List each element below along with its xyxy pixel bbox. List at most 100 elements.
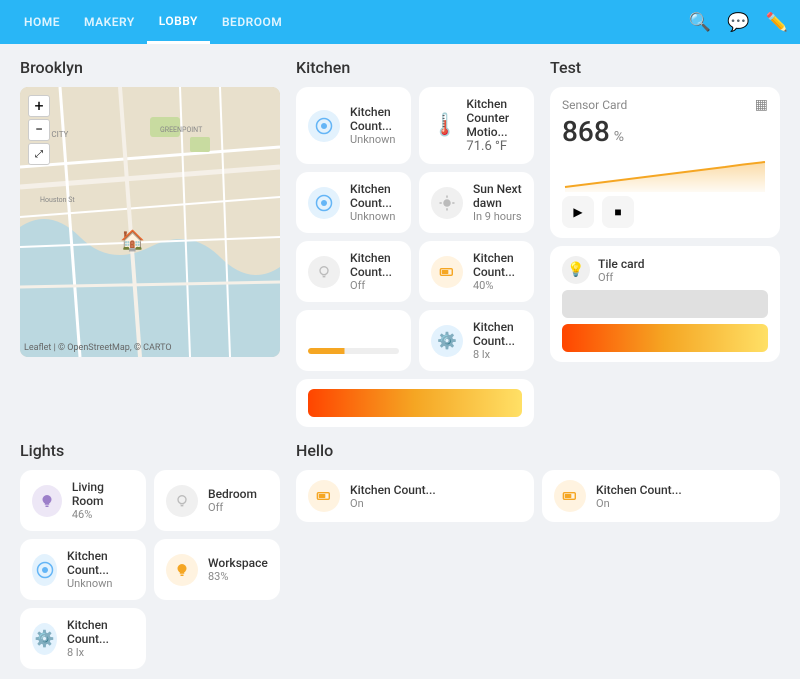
sensor-card-unit: % xyxy=(614,129,624,145)
lux-card-name: Kitchen Count... xyxy=(473,320,522,348)
sensor-grid-icon: ▦ xyxy=(755,97,768,113)
sensor-card: Sensor Card ▦ 868 % xyxy=(550,87,780,238)
tile-card: 💡 Tile card Off xyxy=(550,246,780,362)
kitchen-card-1[interactable]: Kitchen Count...Unknown xyxy=(296,172,411,233)
kitchen-off-status: Off xyxy=(350,279,399,292)
sensor-controls: ▶ ■ xyxy=(562,196,768,228)
hello-card-1-status: On xyxy=(596,497,682,510)
hello-card-1[interactable]: Kitchen Count...On xyxy=(542,470,780,522)
kitchen-title: Kitchen xyxy=(296,58,534,77)
kitchen-card-1-name: Kitchen Count... xyxy=(350,182,399,210)
workspace-icon xyxy=(166,554,198,586)
sensor-card-title: Sensor Card xyxy=(562,98,627,112)
test-section: Test Sensor Card ▦ 868 % xyxy=(550,58,780,427)
map-container: ABET CITY GREENPOINT Houston St 🏠 + − ⤢ … xyxy=(20,87,280,357)
kitchen-card-0-name: Kitchen Count... xyxy=(350,105,399,133)
tile-card-title: Tile card xyxy=(598,257,644,271)
workspace-status: 83% xyxy=(208,570,268,583)
tile-bulb-icon: 💡 xyxy=(562,256,590,284)
map-background: ABET CITY GREENPOINT Houston St 🏠 xyxy=(20,87,280,357)
sun-icon xyxy=(431,187,463,219)
kitchen-section: Kitchen Kitchen Count...Unknown 🌡️ Kitch… xyxy=(296,58,534,427)
map-zoom-in[interactable]: + xyxy=(28,95,50,117)
hello-card-0[interactable]: Kitchen Count...On xyxy=(296,470,534,522)
nav-item-home[interactable]: HOME xyxy=(12,0,72,44)
search-icon[interactable]: 🔍 xyxy=(689,12,711,33)
kitchen-card-0-icon xyxy=(308,110,340,142)
chat-icon[interactable]: 💬 xyxy=(727,12,749,33)
svg-text:🏠: 🏠 xyxy=(120,228,145,252)
kitchen-light-status: Unknown xyxy=(67,577,134,590)
navigation: HOME MAKERY LOBBY BEDROOM 🔍 💬 ✏️ xyxy=(0,0,800,44)
living-room-status: 46% xyxy=(72,508,134,521)
living-room-name: Living Room xyxy=(72,480,134,508)
tile-color-bar-gray xyxy=(562,290,768,318)
bedroom-status: Off xyxy=(208,501,257,514)
motion-card-name: Kitchen Counter Motio... xyxy=(466,97,522,139)
hello-section: Hello Kitchen Count...On Kitchen Count..… xyxy=(296,441,780,669)
tile-gradient-bar xyxy=(562,324,768,352)
lights-card-kitchen[interactable]: Kitchen Count...Unknown xyxy=(20,539,146,600)
hello-battery-icon-1 xyxy=(554,480,586,512)
battery-card-status: 40% xyxy=(473,279,522,292)
hello-title: Hello xyxy=(296,441,780,460)
bedroom-name: Bedroom xyxy=(208,487,257,501)
edit-icon[interactable]: ✏️ xyxy=(766,12,788,33)
kitchen-card-1-status: Unknown xyxy=(350,210,399,223)
kitchen-gradient-card xyxy=(296,379,534,427)
svg-text:Houston St: Houston St xyxy=(40,196,75,204)
nav-item-lobby[interactable]: LOBBY xyxy=(147,0,210,44)
bedroom-icon xyxy=(166,485,198,517)
battery-card-name: Kitchen Count... xyxy=(473,251,522,279)
kitchen-card-off[interactable]: Kitchen Count...Off xyxy=(296,241,411,302)
motion-card-temp: 71.6 °F xyxy=(466,139,522,154)
lux-card-status: 8 lx xyxy=(473,348,522,361)
kitchen-gradient-bar xyxy=(308,389,522,417)
lights-section: Lights Living Room46% BedroomOff xyxy=(20,441,280,669)
lights-card-workspace[interactable]: Workspace83% xyxy=(154,539,280,600)
kitchen-lux-name: Kitchen Count... xyxy=(67,618,134,646)
brooklyn-section: Brooklyn xyxy=(20,58,280,427)
kitchen-off-name: Kitchen Count... xyxy=(350,251,399,279)
thermometer-icon: 🌡️ xyxy=(431,113,458,138)
living-room-icon xyxy=(32,485,62,517)
tile-card-status: Off xyxy=(598,271,644,284)
kitchen-card-0-status: Unknown xyxy=(350,133,399,146)
kitchen-card-dawn[interactable]: Sun Next dawnIn 9 hours xyxy=(419,172,534,233)
hello-battery-icon-0 xyxy=(308,480,340,512)
map-expand[interactable]: ⤢ xyxy=(28,143,50,165)
kitchen-card-battery[interactable]: Kitchen Count...40% xyxy=(419,241,534,302)
nav-item-makery[interactable]: MAKERY xyxy=(72,0,147,44)
sensor-stop-button[interactable]: ■ xyxy=(602,196,634,228)
kitchen-motion-card[interactable]: 🌡️ Kitchen Counter Motio... 71.6 °F xyxy=(419,87,534,164)
lights-card-kitchen-lux[interactable]: ⚙️ Kitchen Count...8 lx xyxy=(20,608,146,669)
map-credit: Leaflet | © OpenStreetMap, © CARTO xyxy=(24,343,172,353)
lights-card-living-room[interactable]: Living Room46% xyxy=(20,470,146,531)
map-zoom-out[interactable]: − xyxy=(28,119,50,141)
lights-title: Lights xyxy=(20,441,280,460)
battery-icon xyxy=(431,256,463,288)
test-title: Test xyxy=(550,58,780,77)
hello-card-1-name: Kitchen Count... xyxy=(596,483,682,497)
dawn-card-name: Sun Next dawn xyxy=(473,182,522,210)
sensor-chart xyxy=(562,152,768,192)
hello-card-0-status: On xyxy=(350,497,436,510)
kitchen-card-lux[interactable]: ⚙️ Kitchen Count...8 lx xyxy=(419,310,534,371)
lights-card-bedroom[interactable]: BedroomOff xyxy=(154,470,280,531)
kitchen-card-0[interactable]: Kitchen Count...Unknown xyxy=(296,87,411,164)
dawn-card-status: In 9 hours xyxy=(473,210,522,223)
bulb-off-icon xyxy=(308,256,340,288)
kitchen-card-1-icon xyxy=(308,187,340,219)
kitchen-slider-card[interactable] xyxy=(296,310,411,371)
kitchen-light-icon xyxy=(32,554,57,586)
svg-text:GREENPOINT: GREENPOINT xyxy=(160,126,203,134)
sensor-card-value: 868 xyxy=(562,115,610,148)
kitchen-lux-status: 8 lx xyxy=(67,646,134,659)
nav-item-bedroom[interactable]: BEDROOM xyxy=(210,0,294,44)
sensor-play-button[interactable]: ▶ xyxy=(562,196,594,228)
kitchen-light-name: Kitchen Count... xyxy=(67,549,134,577)
hello-card-0-name: Kitchen Count... xyxy=(350,483,436,497)
kitchen-lux-icon: ⚙️ xyxy=(32,623,57,655)
slider-track[interactable] xyxy=(308,348,399,354)
brooklyn-title: Brooklyn xyxy=(20,58,280,77)
